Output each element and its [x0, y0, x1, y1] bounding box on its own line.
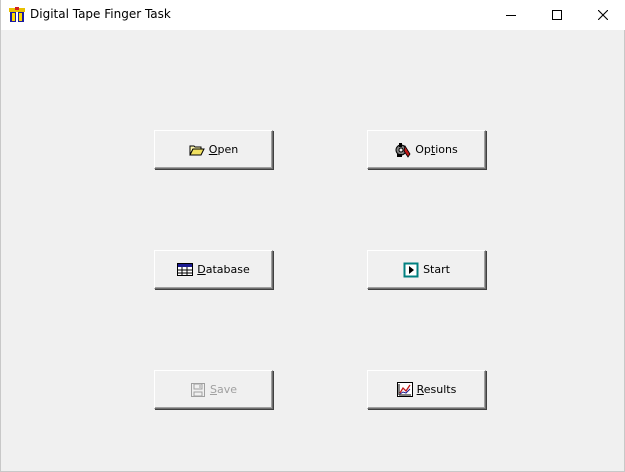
results-button[interactable]: Results [367, 370, 486, 409]
chart-icon [396, 381, 413, 398]
title-bar[interactable]: Digital Tape Finger Task [1, 0, 625, 30]
open-label: Open [208, 143, 239, 156]
database-label: Database [197, 263, 250, 276]
app-window: Digital Tape Finger Task Open Options Da… [0, 0, 625, 472]
save-button[interactable]: Save [154, 370, 273, 409]
minimize-button[interactable] [488, 0, 534, 30]
folder-open-icon [188, 142, 205, 158]
save-label: Save [209, 383, 237, 396]
options-label: Options [415, 143, 458, 156]
start-button[interactable]: Start [367, 250, 486, 289]
window-title: Digital Tape Finger Task [30, 7, 171, 21]
minimize-icon [506, 10, 516, 20]
app-icon[interactable] [9, 7, 25, 23]
maximize-icon [552, 10, 562, 20]
close-button[interactable] [580, 0, 625, 30]
options-button[interactable]: Options [367, 130, 486, 169]
close-icon [598, 10, 608, 20]
open-button[interactable]: Open [154, 130, 273, 169]
play-icon [403, 262, 419, 278]
results-label: Results [416, 383, 457, 396]
options-tools-icon [395, 142, 411, 158]
database-grid-icon [177, 262, 194, 278]
maximize-button[interactable] [534, 0, 580, 30]
floppy-disk-icon [190, 382, 206, 398]
start-label: Start [423, 263, 450, 276]
database-button[interactable]: Database [154, 250, 273, 289]
